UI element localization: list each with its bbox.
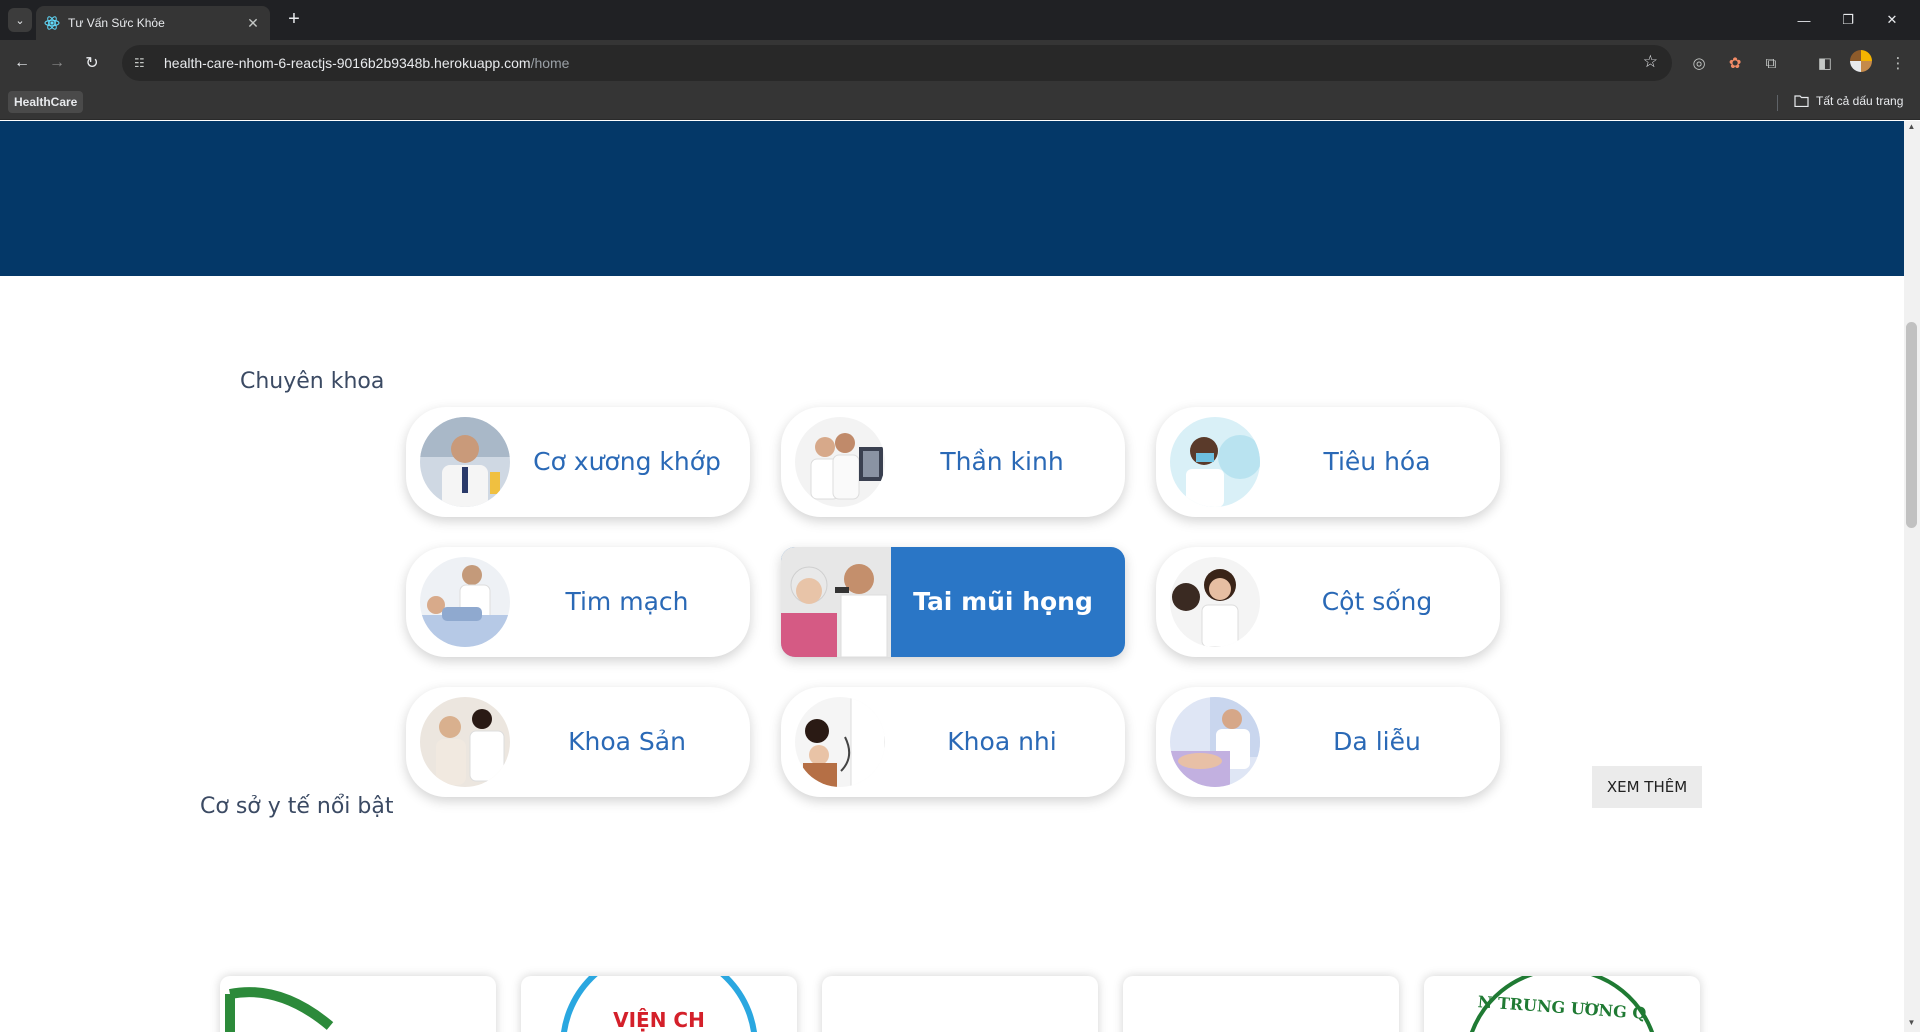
page-scrollbar[interactable] xyxy=(1904,121,1920,1032)
site-info-icon[interactable]: ☷ xyxy=(134,56,154,70)
hospital-logo-icon xyxy=(225,987,334,1032)
specialty-card-khoa-nhi[interactable]: Khoa nhi xyxy=(781,687,1125,797)
specialty-card-da-lieu[interactable]: Da liễu xyxy=(1156,687,1500,797)
extensions-puzzle-icon[interactable]: ⧉ xyxy=(1760,52,1782,74)
doctor-photo-icon xyxy=(795,697,885,787)
doctor-photo-icon xyxy=(1170,697,1260,787)
minimize-icon[interactable]: — xyxy=(1782,0,1826,40)
doctor-photo-icon xyxy=(781,547,891,657)
new-tab-icon[interactable]: + xyxy=(282,8,306,32)
specialty-label: Tai mũi họng xyxy=(913,587,1093,616)
specialty-card-co-xuong-khop[interactable]: Cơ xương khớp xyxy=(406,407,750,517)
scroll-down-icon[interactable]: ▼ xyxy=(1906,1018,1917,1030)
reload-icon[interactable]: ↻ xyxy=(78,49,106,77)
bookmark-healthcare[interactable]: HealthCare xyxy=(8,91,84,113)
specialty-label: Cơ xương khớp xyxy=(533,447,721,476)
specialty-label: Khoa nhi xyxy=(947,727,1057,756)
specialty-card-khoa-san[interactable]: Khoa Sản xyxy=(406,687,750,797)
compass-extension-icon[interactable]: ◎ xyxy=(1688,52,1710,74)
url-host: health-care-nhom-6-reactjs-9016b2b9348b.… xyxy=(164,55,531,71)
bookmarks-divider xyxy=(1777,95,1778,111)
bookmark-star-icon[interactable]: ☆ xyxy=(1643,52,1658,72)
all-bookmarks-button[interactable]: Tất cả dấu trang xyxy=(1794,94,1903,108)
doctor-photo-icon xyxy=(420,417,510,507)
browser-toolbar: ← → ↻ ☷ health-care-nhom-6-reactjs-9016b… xyxy=(0,40,1920,86)
browser-tab[interactable]: Tư Vấn Sức Khỏe ✕ xyxy=(36,6,270,40)
specialty-label: Thần kinh xyxy=(940,447,1064,476)
specialty-label: Da liễu xyxy=(1333,727,1421,756)
facility-card[interactable] xyxy=(1123,976,1399,1032)
facilities-title: Cơ sở y tế nổi bật xyxy=(200,794,394,819)
restore-icon[interactable]: ❐ xyxy=(1826,0,1870,40)
back-icon[interactable]: ← xyxy=(8,49,36,77)
specialty-label: Cột sống xyxy=(1321,587,1433,616)
specialty-card-tim-mach[interactable]: Tim mạch xyxy=(406,547,750,657)
specialty-card-than-kinh[interactable]: Thần kinh xyxy=(781,407,1125,517)
side-panel-icon[interactable]: ◧ xyxy=(1814,52,1836,74)
see-more-button[interactable]: XEM THÊM xyxy=(1592,766,1702,808)
close-window-icon[interactable]: ✕ xyxy=(1870,0,1914,40)
react-favicon-icon xyxy=(44,16,60,30)
facility-card[interactable] xyxy=(822,976,1098,1032)
colorful-extension-icon[interactable]: ✿ xyxy=(1724,52,1746,74)
browser-tab-strip: ⌄ Tư Vấn Sức Khỏe ✕ + — ❐ ✕ xyxy=(0,0,1920,40)
address-bar[interactable]: ☷ health-care-nhom-6-reactjs-9016b2b9348… xyxy=(122,45,1672,81)
facility-card[interactable]: VIỆN CH xyxy=(521,976,797,1032)
facility-card[interactable] xyxy=(220,976,496,1032)
hero-banner xyxy=(0,121,1904,276)
all-bookmarks-label: Tất cả dấu trang xyxy=(1816,94,1904,108)
facility-logo-text: VIỆN CH xyxy=(613,1008,705,1032)
profile-avatar[interactable] xyxy=(1850,50,1872,72)
doctor-photo-icon xyxy=(1170,557,1260,647)
tab-search-icon[interactable]: ⌄ xyxy=(8,8,32,32)
specialty-card-tieu-hoa[interactable]: Tiêu hóa xyxy=(1156,407,1500,517)
tab-title: Tư Vấn Sức Khỏe xyxy=(68,16,165,30)
facility-card[interactable]: N TRUNG ƯƠNG Q xyxy=(1424,976,1700,1032)
menu-kebab-icon[interactable]: ⋮ xyxy=(1887,52,1909,74)
folder-icon xyxy=(1794,95,1809,107)
doctor-photo-icon xyxy=(420,557,510,647)
page-viewport: Chuyên khoa Cơ xương khớp Thần kinh Tiêu… xyxy=(0,121,1904,1032)
specialty-label: Khoa Sản xyxy=(568,727,686,756)
specialty-card-cot-song[interactable]: Cột sống xyxy=(1156,547,1500,657)
scrollbar-thumb[interactable] xyxy=(1906,322,1917,528)
bookmarks-bar: HealthCare Tất cả dấu trang xyxy=(0,86,1920,120)
doctor-photo-icon xyxy=(795,417,885,507)
scroll-up-icon[interactable]: ▲ xyxy=(1906,122,1917,134)
close-tab-icon[interactable]: ✕ xyxy=(244,15,262,32)
specialty-label: Tiêu hóa xyxy=(1323,447,1431,476)
specialties-title: Chuyên khoa xyxy=(240,369,385,394)
doctor-photo-icon xyxy=(1170,417,1260,507)
url-path: /home xyxy=(530,55,570,71)
forward-icon[interactable]: → xyxy=(43,49,71,77)
specialty-label: Tim mạch xyxy=(565,587,689,616)
specialty-card-tai-mui-hong[interactable]: Tai mũi họng xyxy=(781,547,1125,657)
doctor-photo-icon xyxy=(420,697,510,787)
